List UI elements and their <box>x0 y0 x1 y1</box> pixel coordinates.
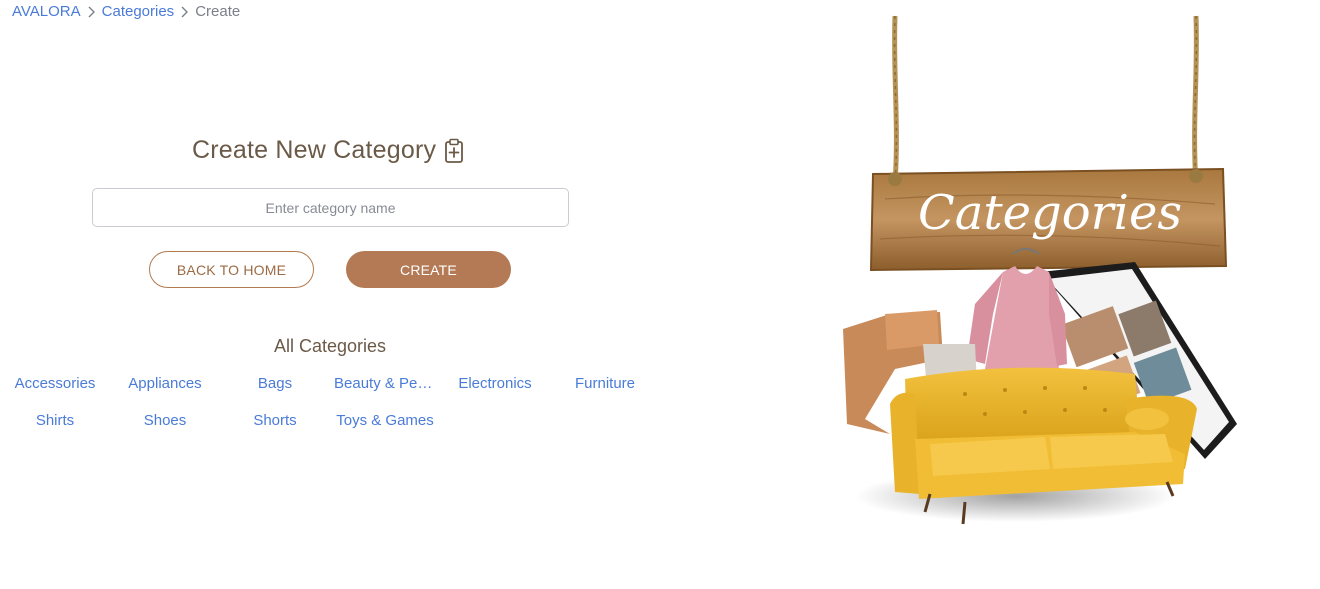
breadcrumb-home-link[interactable]: AVALORA <box>12 3 81 20</box>
category-link[interactable]: Appliances <box>110 373 220 394</box>
form-header: Create New Category <box>192 136 464 165</box>
chevron-right-icon <box>180 6 189 18</box>
page: AVALORA Categories Create Create New Cat… <box>0 0 1320 589</box>
page-title: Create New Category <box>192 136 437 164</box>
category-link[interactable]: Shorts <box>220 410 330 431</box>
category-link[interactable]: Electronics <box>440 373 550 394</box>
category-link[interactable]: Shirts <box>0 410 110 431</box>
wooden-sign: Categories <box>869 167 1228 272</box>
chevron-right-icon <box>87 6 96 18</box>
breadcrumb-current: Create <box>195 3 241 20</box>
category-list: Accessories Appliances Bags Beauty & Per… <box>0 373 660 431</box>
category-link[interactable]: Bags <box>220 373 330 394</box>
categories-illustration: Categories <box>835 14 1245 539</box>
back-to-home-button[interactable]: BACK TO HOME <box>149 251 314 288</box>
breadcrumb-categories-link[interactable]: Categories <box>102 3 175 20</box>
rope-left <box>892 15 899 185</box>
category-link[interactable]: Shoes <box>110 410 220 431</box>
clipboard-plus-icon <box>444 138 464 164</box>
rope-right <box>1192 15 1199 185</box>
sign-text: Categories <box>918 185 1182 241</box>
category-link[interactable]: Accessories <box>0 373 110 394</box>
category-link[interactable]: Beauty & Personal Care <box>330 373 440 394</box>
all-categories-heading: All Categories <box>273 336 387 356</box>
category-link[interactable]: Furniture <box>550 373 660 394</box>
create-button[interactable]: CREATE <box>346 251 511 288</box>
category-name-input[interactable] <box>92 188 569 227</box>
category-link[interactable]: Toys & Games <box>330 410 440 431</box>
breadcrumb: AVALORA Categories Create <box>12 3 240 20</box>
